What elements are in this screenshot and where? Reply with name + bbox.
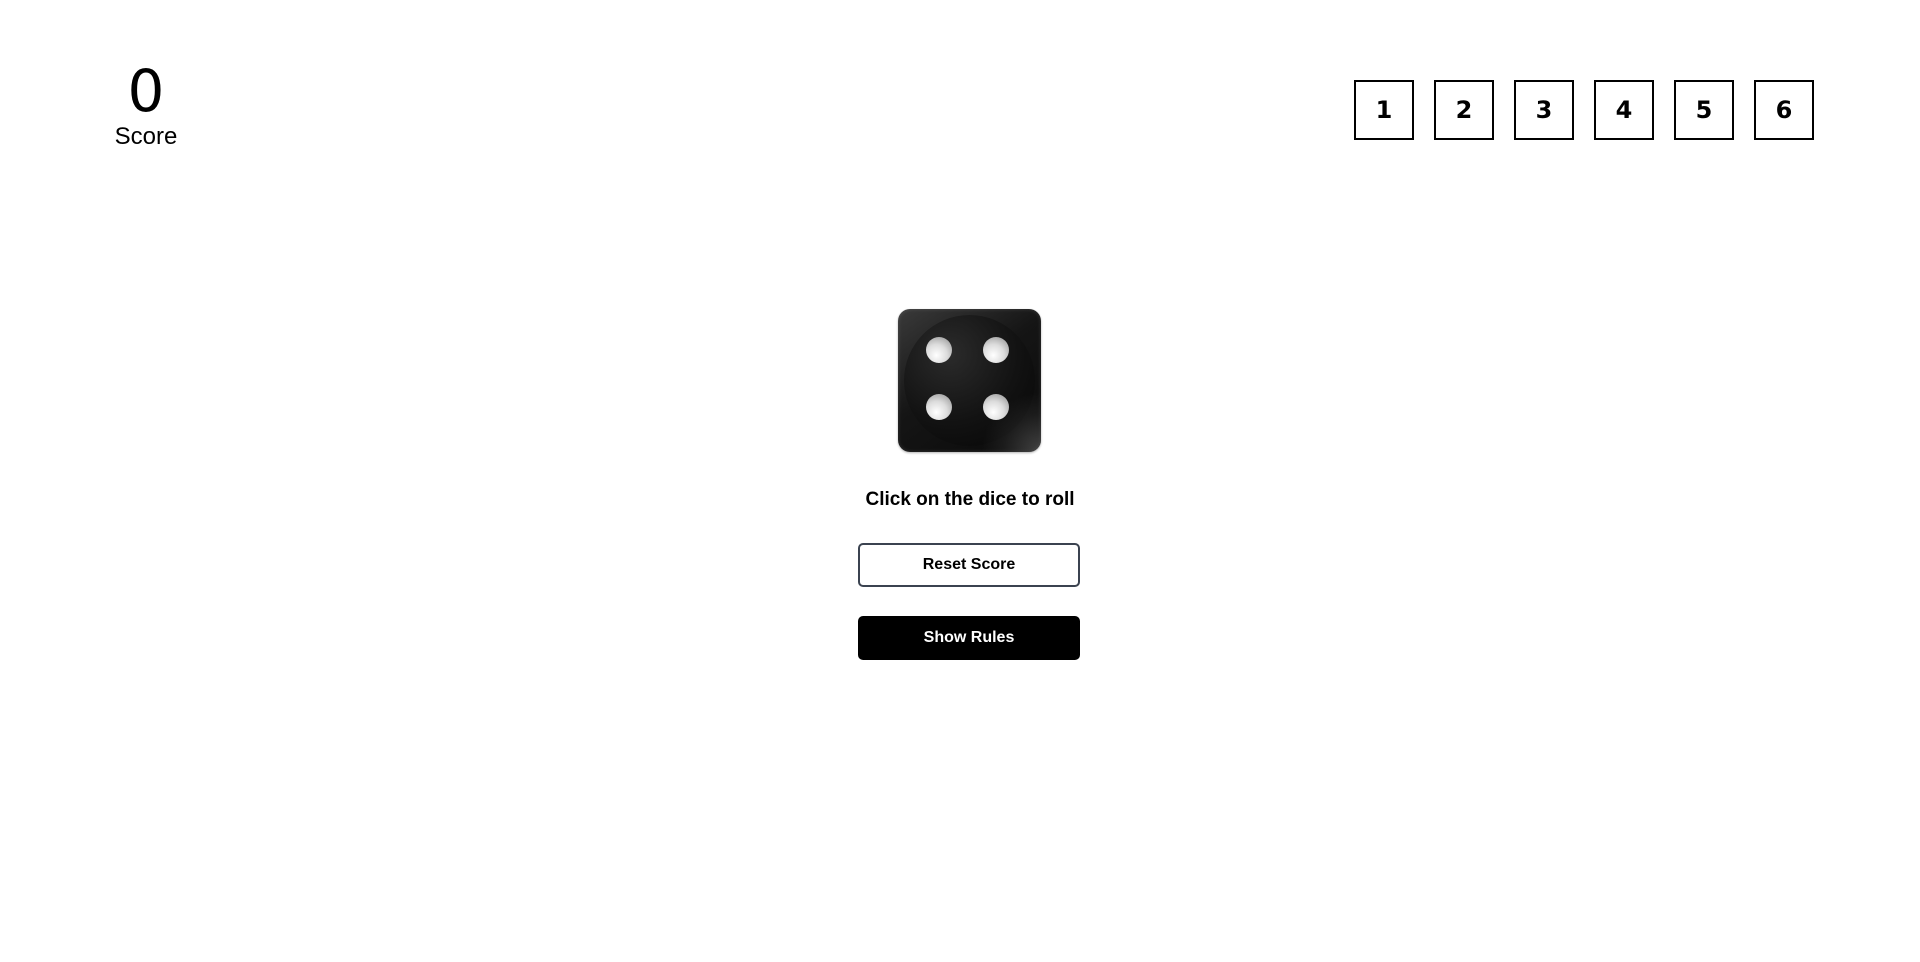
number-option-2[interactable]: 2 <box>1434 80 1494 140</box>
dice-game-page: 0 Score 1 2 3 4 5 6 Click on the dice to… <box>0 0 1920 962</box>
number-option-4[interactable]: 4 <box>1594 80 1654 140</box>
number-selector: 1 2 3 4 5 6 <box>1354 80 1814 140</box>
score-label: Score <box>114 123 178 150</box>
score-display: 0 Score <box>96 56 196 151</box>
number-option-6[interactable]: 6 <box>1754 80 1814 140</box>
score-value: 0 <box>127 57 165 125</box>
number-option-1[interactable]: 1 <box>1354 80 1414 140</box>
number-option-5[interactable]: 5 <box>1674 80 1734 140</box>
number-option-3[interactable]: 3 <box>1514 80 1574 140</box>
dice-pip <box>983 394 1009 420</box>
dice-pip <box>926 337 952 363</box>
show-rules-button[interactable]: Show Rules <box>858 616 1080 660</box>
roll-instructions: Click on the dice to roll <box>865 489 1075 510</box>
dice-pip <box>926 394 952 420</box>
dice-pip <box>983 337 1009 363</box>
reset-score-button[interactable]: Reset Score <box>858 543 1080 587</box>
dice-button[interactable] <box>898 309 1041 452</box>
